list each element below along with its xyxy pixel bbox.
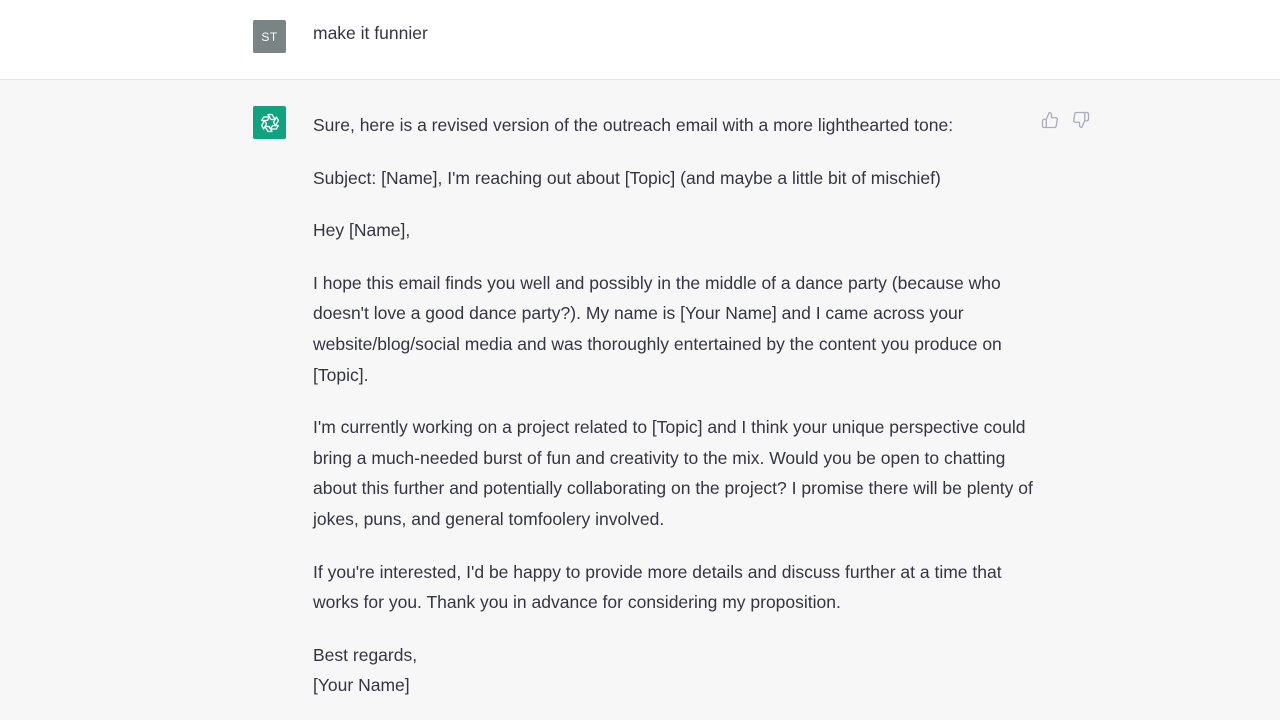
openai-logo-icon — [260, 113, 279, 132]
thumbs-up-button[interactable] — [1040, 110, 1059, 129]
feedback-buttons — [1040, 110, 1090, 129]
message-paragraph-subject: Subject: [Name], I'm reaching out about … — [313, 167, 941, 188]
message-signature: [Your Name] — [313, 675, 410, 696]
thumbs-down-icon — [1072, 111, 1089, 128]
thumbs-up-icon — [1041, 111, 1058, 128]
user-message-row: ST make it funnier — [0, 0, 1280, 80]
assistant-message-row: Sure, here is a revised version of the o… — [0, 80, 1280, 720]
message-paragraph-intro: Sure, here is a revised version of the o… — [313, 115, 954, 135]
message-paragraph-greeting: Hey [Name], — [313, 220, 411, 241]
thumbs-down-button[interactable] — [1071, 110, 1090, 129]
message-signoff: Best regards, — [313, 644, 418, 665]
assistant-avatar — [253, 106, 286, 139]
user-avatar: ST — [253, 20, 286, 53]
message-paragraph-body-1: I hope this email finds you well and pos… — [313, 272, 1002, 385]
user-message-text: make it funnier — [313, 23, 428, 43]
assistant-message-body: Sure, here is a revised version of the o… — [313, 110, 1033, 701]
message-paragraph-body-3: If you're interested, I'd be happy to pr… — [313, 561, 1002, 613]
message-paragraph-body-2: I'm currently working on a project relat… — [313, 417, 1033, 529]
